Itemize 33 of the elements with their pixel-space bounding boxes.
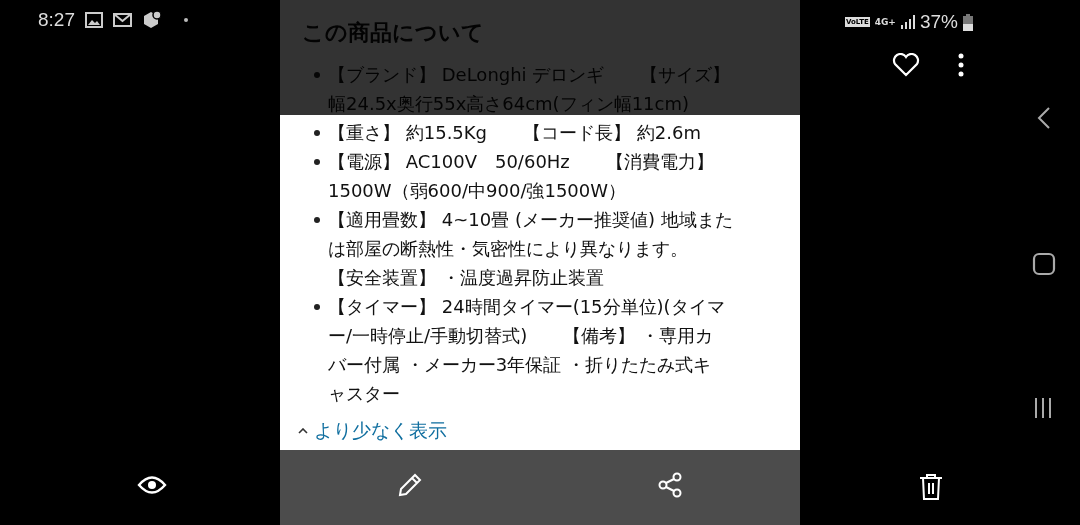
recents-icon xyxy=(1032,397,1054,419)
app-icon xyxy=(142,11,162,30)
clock: 8:27 xyxy=(38,8,75,32)
trash-icon xyxy=(919,473,943,501)
eye-icon xyxy=(137,474,167,496)
view-button[interactable] xyxy=(137,473,167,497)
show-less-link[interactable]: より少なく表示 xyxy=(298,416,447,445)
battery-percent: 37% xyxy=(919,10,958,34)
bullet-text: 【電源】 AC100V 50/60Hz 【消費電力】 1500W（弱600/中900/強1500W） xyxy=(328,150,714,203)
signal-icon xyxy=(900,15,915,30)
mail-icon xyxy=(113,13,132,28)
bullet-icon xyxy=(314,304,320,310)
more-icon xyxy=(958,52,964,77)
favorite-button[interactable] xyxy=(892,51,920,78)
share-icon xyxy=(656,470,684,499)
dot-icon xyxy=(184,18,188,23)
gallery-icon xyxy=(85,12,103,29)
bullet-icon xyxy=(314,159,320,165)
heart-icon xyxy=(892,52,920,77)
bullet-icon xyxy=(314,130,320,136)
network-type: 4G+ xyxy=(874,17,896,28)
share-button[interactable] xyxy=(656,470,684,499)
home-button[interactable] xyxy=(1032,251,1056,276)
bullet-text: 【適用畳数】 4~10畳 (メーカー推奨値) 地域また は部屋の断熱性・気密性により異なります。 【安全装置】 ・温度過昇防止装置 xyxy=(328,208,733,290)
chevron-left-icon xyxy=(1037,106,1051,130)
bullet-text: 【重さ】 約15.5Kg 【コード長】 約2.6m xyxy=(328,121,701,145)
chevron-up-icon xyxy=(298,427,308,434)
square-icon xyxy=(1032,251,1056,276)
bullet-icon xyxy=(314,217,320,223)
battery-icon xyxy=(962,13,973,31)
delete-button[interactable] xyxy=(919,473,945,501)
bullet-text: 【タイマー】 24時間タイマー(15分単位)(タイマ ー/一時停止/手動切替式) 【備考】 ・専用カ バー付属 ・メーカー3年保証 ・折りたたみ式キ ャスター xyxy=(328,295,725,406)
more-button[interactable] xyxy=(956,51,966,78)
